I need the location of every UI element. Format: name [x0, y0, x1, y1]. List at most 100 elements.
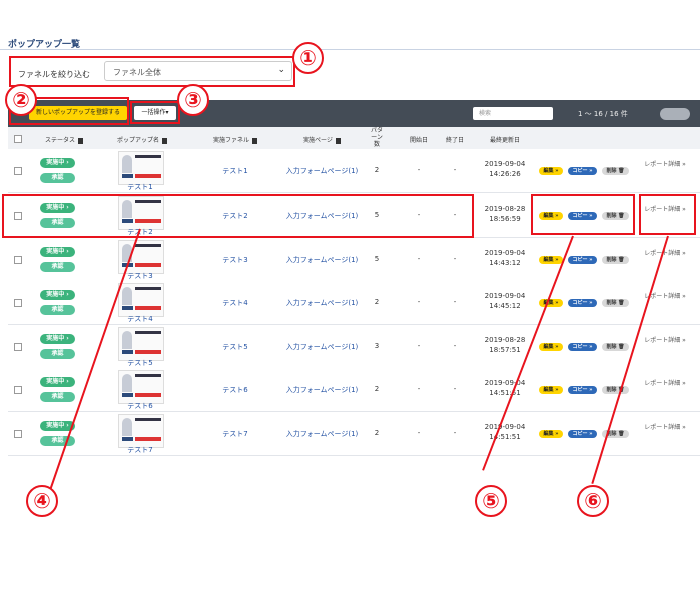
popup-thumbnail[interactable] — [118, 370, 164, 404]
edit-button[interactable]: 編集 » — [539, 343, 563, 351]
column-popup-name-label: ポップアップ名 — [116, 137, 159, 144]
sort-icon — [78, 137, 83, 144]
updated-date: 2019-09-04 — [484, 249, 526, 257]
popup-thumbnail[interactable] — [118, 151, 164, 185]
column-patterns[interactable]: パターン数 — [370, 127, 384, 148]
pattern-count: 5 — [374, 255, 380, 263]
row-checkbox[interactable] — [14, 167, 22, 175]
annotation-box-bulk — [130, 101, 180, 124]
column-end-label: 終了日 — [445, 137, 464, 144]
edit-button[interactable]: 編集 » — [539, 167, 563, 175]
popup-thumbnail[interactable] — [118, 283, 164, 317]
delete-button[interactable]: 削除 🗑 — [602, 386, 629, 394]
sort-icon — [252, 137, 257, 144]
page-link[interactable]: 入力フォームページ(1) — [280, 342, 364, 352]
edit-button[interactable]: 編集 » — [539, 299, 563, 307]
popup-name-link[interactable]: テスト4 — [118, 314, 162, 324]
edit-button[interactable]: 編集 » — [539, 430, 563, 438]
funnel-link[interactable]: テスト6 — [200, 385, 270, 395]
row-checkbox[interactable] — [14, 430, 22, 438]
column-start-label: 開始日 — [409, 137, 428, 144]
table-row: 実施中 › 承認 テスト7 テスト7 入力フォームページ(1) 2- -2019-09-04… — [8, 412, 700, 456]
funnel-link[interactable]: テスト1 — [200, 166, 270, 176]
row-checkbox[interactable] — [14, 299, 22, 307]
end-date: - — [453, 298, 457, 306]
table-row: 実施中 › 承認 テスト5 テスト5 入力フォームページ(1) 3- -2019-08-28… — [8, 325, 700, 369]
edit-button[interactable]: 編集 » — [539, 386, 563, 394]
copy-button[interactable]: コピー » — [568, 343, 597, 351]
end-date: - — [453, 385, 457, 393]
status-badge[interactable]: 実施中 › — [40, 290, 75, 300]
delete-button[interactable]: 削除 🗑 — [602, 256, 629, 264]
updated-time: 14:45:12 — [489, 302, 521, 310]
popup-name-link[interactable]: テスト5 — [118, 358, 162, 368]
funnel-link[interactable]: テスト7 — [200, 429, 270, 439]
edit-button[interactable]: 編集 » — [539, 256, 563, 264]
page-link[interactable]: 入力フォームページ(1) — [280, 166, 364, 176]
status-badge[interactable]: 実施中 › — [40, 377, 75, 387]
updated-date: 2019-08-28 — [484, 336, 526, 344]
column-updated[interactable]: 最終更新日 — [478, 135, 532, 144]
view-toggle[interactable] — [660, 108, 690, 120]
page-link[interactable]: 入力フォームページ(1) — [280, 298, 364, 308]
column-start[interactable]: 開始日 — [404, 135, 434, 144]
report-detail-link[interactable]: レポート詳細 » — [639, 379, 691, 388]
delete-button[interactable]: 削除 🗑 — [602, 299, 629, 307]
funnel-link[interactable]: テスト4 — [200, 298, 270, 308]
page-link[interactable]: 入力フォームページ(1) — [280, 429, 364, 439]
annotation-number-5: ⑤ — [475, 485, 507, 517]
popup-name-link[interactable]: テスト1 — [118, 182, 162, 192]
copy-button[interactable]: コピー » — [568, 430, 597, 438]
row-checkbox[interactable] — [14, 343, 22, 351]
row-checkbox[interactable] — [14, 386, 22, 394]
end-date: - — [453, 429, 457, 437]
page-link[interactable]: 入力フォームページ(1) — [280, 255, 364, 265]
report-detail-link[interactable]: レポート詳細 » — [639, 249, 691, 258]
search-input[interactable]: 検索 — [473, 107, 553, 120]
column-status[interactable]: ステータス — [36, 135, 92, 144]
approval-badge[interactable]: 承認 — [40, 436, 75, 446]
copy-button[interactable]: コピー » — [568, 299, 597, 307]
report-detail-link[interactable]: レポート詳細 » — [639, 336, 691, 345]
annotation-number-3: ③ — [177, 84, 209, 116]
status-badge[interactable]: 実施中 › — [40, 334, 75, 344]
copy-button[interactable]: コピー » — [568, 167, 597, 175]
funnel-link[interactable]: テスト5 — [200, 342, 270, 352]
row-checkbox[interactable] — [14, 256, 22, 264]
start-date: - — [417, 255, 421, 263]
start-date: - — [417, 385, 421, 393]
popup-thumbnail[interactable] — [118, 414, 164, 448]
status-badge[interactable]: 実施中 › — [40, 158, 75, 168]
annotation-number-1: ① — [292, 42, 324, 74]
status-badge[interactable]: 実施中 › — [40, 247, 75, 257]
approval-badge[interactable]: 承認 — [40, 305, 75, 315]
delete-button[interactable]: 削除 🗑 — [602, 167, 629, 175]
title-divider — [0, 49, 700, 50]
popup-thumbnail[interactable] — [118, 327, 164, 361]
column-end[interactable]: 終了日 — [440, 135, 470, 144]
popup-name-link[interactable]: テスト6 — [118, 401, 162, 411]
approval-badge[interactable]: 承認 — [40, 173, 75, 183]
page-link[interactable]: 入力フォームページ(1) — [280, 385, 364, 395]
column-page-label: 実施ページ — [303, 137, 333, 144]
delete-button[interactable]: 削除 🗑 — [602, 343, 629, 351]
table-row: 実施中 › 承認 テスト1 テスト1 入力フォームページ(1) 2- -2019-09-04… — [8, 149, 700, 193]
funnel-link[interactable]: テスト3 — [200, 255, 270, 265]
column-funnel[interactable]: 実施ファネル — [200, 135, 270, 144]
column-popup-name[interactable]: ポップアップ名 — [102, 135, 182, 144]
column-page[interactable]: 実施ページ — [280, 135, 364, 144]
updated-date: 2019-09-04 — [484, 292, 526, 300]
start-date: - — [417, 429, 421, 437]
select-all-checkbox[interactable] — [14, 135, 22, 143]
approval-badge[interactable]: 承認 — [40, 392, 75, 402]
report-detail-link[interactable]: レポート詳細 » — [639, 423, 691, 432]
annotation-number-6: ⑥ — [577, 485, 609, 517]
end-date: - — [453, 342, 457, 350]
report-detail-link[interactable]: レポート詳細 » — [639, 160, 691, 169]
annotation-box-row — [2, 194, 474, 238]
approval-badge[interactable]: 承認 — [40, 349, 75, 359]
popup-name-link[interactable]: テスト7 — [118, 445, 162, 455]
approval-badge[interactable]: 承認 — [40, 262, 75, 272]
copy-button[interactable]: コピー » — [568, 386, 597, 394]
copy-button[interactable]: コピー » — [568, 256, 597, 264]
